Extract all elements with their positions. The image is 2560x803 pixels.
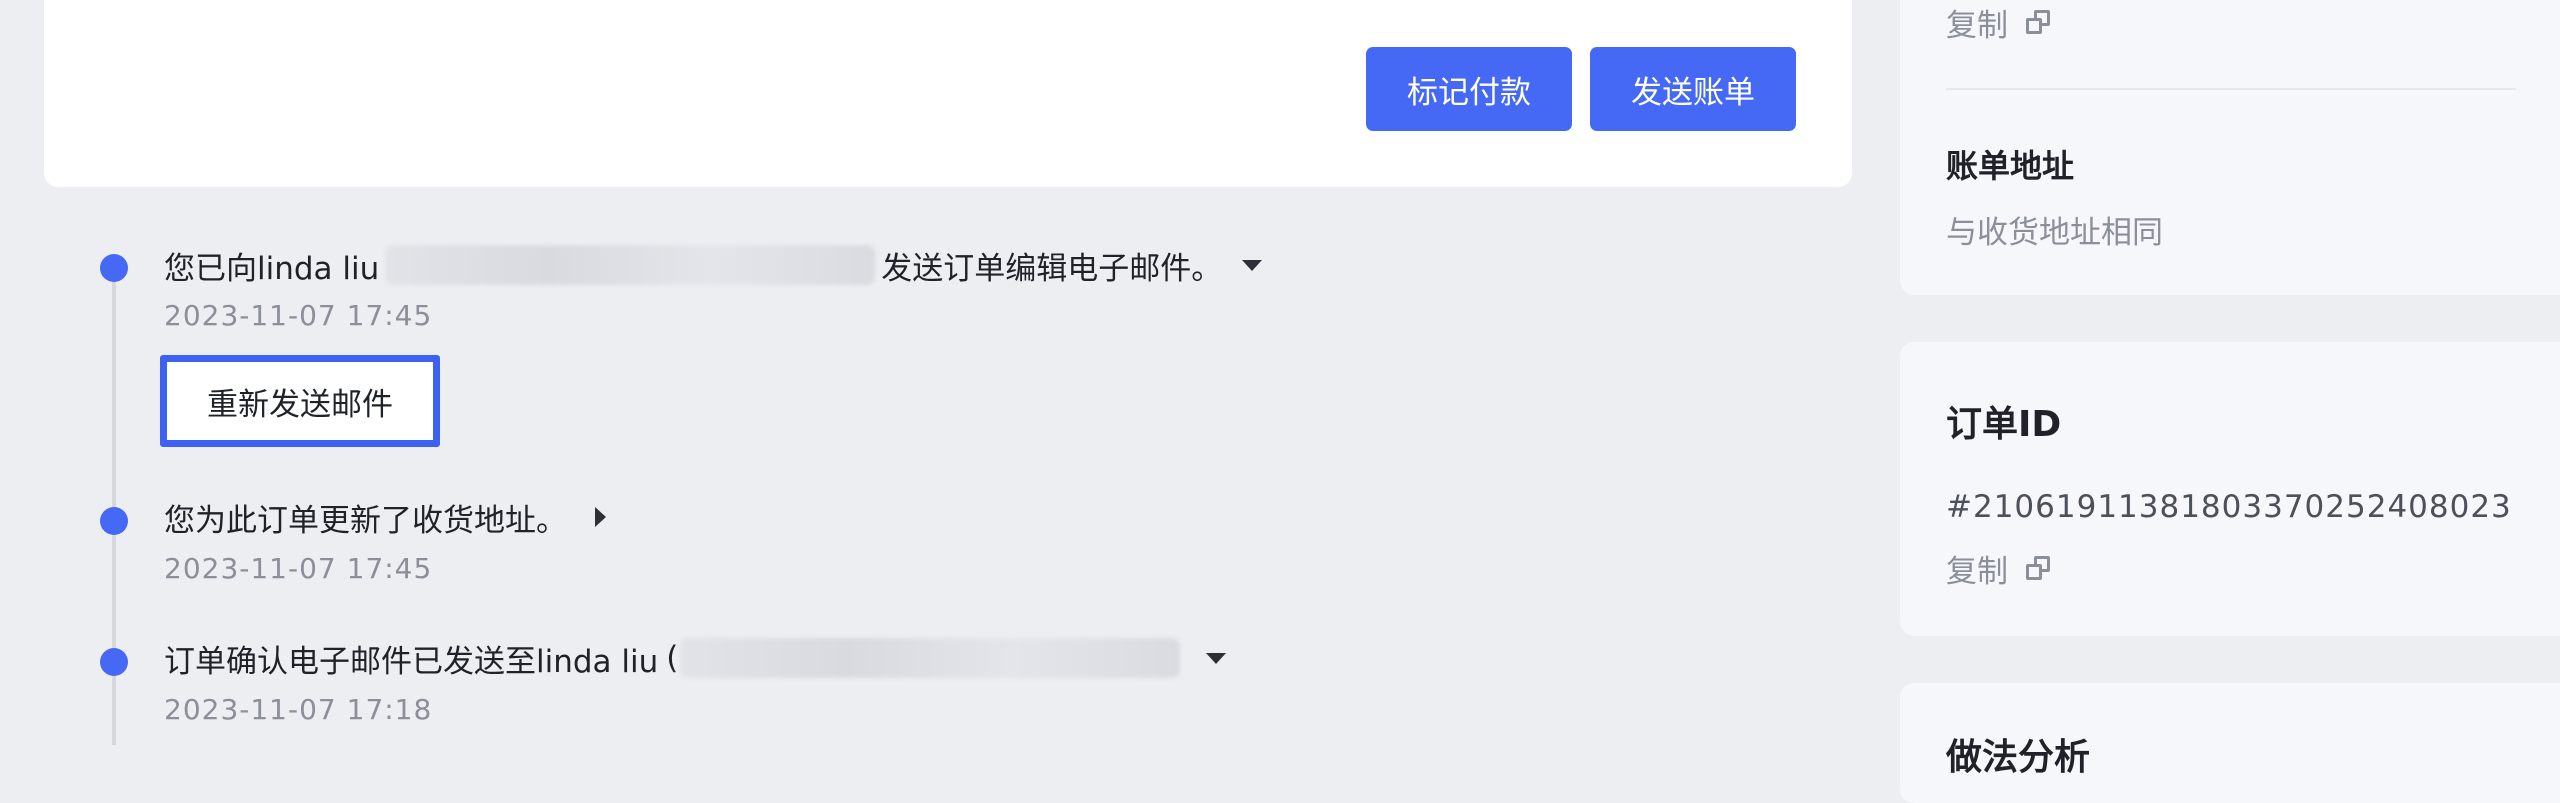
timeline-dot [100, 254, 128, 282]
billing-address-value: 与收货地址相同 [1946, 215, 2163, 251]
send-invoice-button[interactable]: 发送账单 [1590, 47, 1796, 131]
copy-icon [2026, 555, 2052, 582]
event-text: 订单确认电子邮件已发送至linda liu [164, 643, 659, 680]
caret-down-icon[interactable] [1242, 259, 1263, 271]
caret-right-icon[interactable] [595, 507, 606, 527]
blurred-email [680, 638, 1181, 678]
divider [1946, 88, 2516, 90]
billing-address-title: 账单地址 [1946, 147, 2075, 185]
event-time: 2023-11-07 17:18 [164, 693, 433, 726]
resend-email-button[interactable]: 重新发送邮件 [160, 355, 440, 447]
copy-link[interactable]: 复制 [1946, 0, 2052, 45]
blurred-email [385, 245, 876, 285]
timeline-event-confirmation-email: 订单确认电子邮件已发送至linda liu ( [164, 635, 1227, 681]
caret-down-icon[interactable] [1206, 652, 1227, 664]
timeline-dot [100, 648, 128, 676]
copy-order-id-link[interactable]: 复制 [1946, 546, 2052, 591]
mark-paid-button[interactable]: 标记付款 [1366, 47, 1572, 131]
copy-label: 复制 [1946, 8, 2008, 44]
order-id-title: 订单ID [1946, 404, 2062, 445]
event-time: 2023-11-07 17:45 [164, 299, 433, 332]
copy-icon [2026, 9, 2052, 36]
event-text: 您已向linda liu [164, 250, 380, 287]
analysis-title: 做法分析 [1946, 737, 2091, 778]
timeline-event-address-update: 您为此订单更新了收货地址。 [164, 494, 606, 540]
order-actions-card: 标记付款 发送账单 [44, 0, 1852, 187]
event-paren: ( [666, 640, 679, 676]
copy-label: 复制 [1946, 554, 2008, 590]
event-text: 您为此订单更新了收货地址。 [164, 502, 567, 539]
timeline-event-order-edit-email: 您已向linda liu 发送订单编辑电子邮件。 [164, 242, 1263, 288]
order-id-value: #21061911381803370252408023 [1946, 489, 2512, 525]
event-text-after: 发送订单编辑电子邮件。 [881, 250, 1223, 287]
timeline-dot [100, 507, 128, 535]
event-time: 2023-11-07 17:45 [164, 552, 433, 585]
